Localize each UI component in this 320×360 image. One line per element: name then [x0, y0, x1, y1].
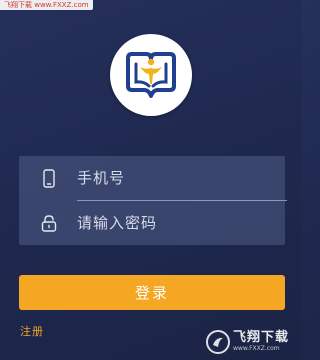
app-logo: [110, 34, 192, 116]
password-placeholder: 请输入密码: [77, 214, 158, 232]
watermark-badge: 飞翔下载 www.FXXZ.com: [206, 323, 301, 360]
phone-placeholder: 手机号: [77, 169, 126, 187]
school-book-person-logo: [126, 52, 176, 98]
watermark-logo-icon: [206, 329, 230, 354]
login-button[interactable]: 登录: [19, 275, 285, 310]
phone-input[interactable]: 手机号: [19, 156, 285, 200]
watermark-top: 飞翔下载 www.FXXZ.com: [0, 0, 93, 10]
watermark-cn: 飞翔下载: [233, 330, 290, 345]
watermark-en: www.FXXZ.com: [233, 345, 280, 352]
lock-icon: [41, 213, 57, 233]
password-input[interactable]: 请输入密码: [19, 201, 285, 245]
phone-icon: [41, 168, 57, 188]
register-link[interactable]: 注册: [20, 323, 44, 339]
login-form: 手机号 请输入密码: [19, 156, 287, 245]
